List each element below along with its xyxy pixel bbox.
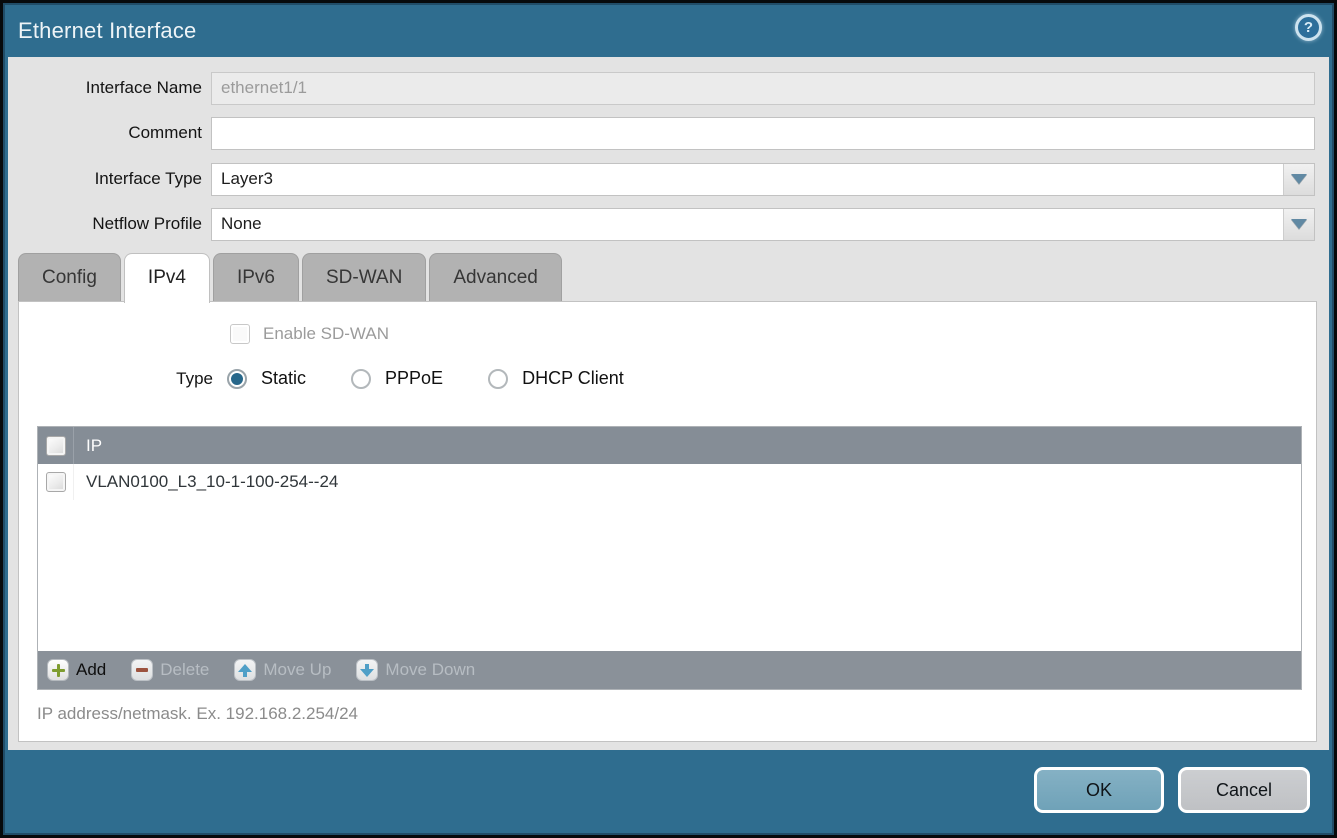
radio-pppoe-label: PPPoE <box>385 368 443 389</box>
minus-icon <box>131 659 153 681</box>
type-label: Type <box>19 369 213 389</box>
comment-label: Comment <box>8 123 202 143</box>
arrow-down-icon <box>356 659 378 681</box>
chevron-down-icon <box>1291 174 1307 184</box>
row-checkbox-cell <box>38 464 74 500</box>
dialog-title: Ethernet Interface <box>5 18 196 44</box>
radio-static-label: Static <box>261 368 306 389</box>
type-row: Type Static PPPoE DHCP Client <box>19 368 624 389</box>
interface-type-value: Layer3 <box>212 164 1283 195</box>
table-row[interactable]: VLAN0100_L3_10-1-100-254--24 <box>38 464 1301 500</box>
tab-config[interactable]: Config <box>18 253 121 301</box>
move-up-button[interactable]: Move Up <box>234 659 331 681</box>
row-checkbox[interactable] <box>46 472 66 492</box>
arrow-up-icon <box>234 659 256 681</box>
enable-sdwan-checkbox <box>230 324 250 344</box>
dialog-body: Interface Name Comment Interface Type La… <box>8 57 1329 750</box>
interface-name-row: Interface Name <box>8 71 1315 105</box>
plus-icon <box>47 659 69 681</box>
tab-strip: Config IPv4 IPv6 SD-WAN Advanced <box>18 253 562 303</box>
interface-type-row: Interface Type Layer3 <box>8 162 1315 196</box>
ip-cell[interactable]: VLAN0100_L3_10-1-100-254--24 <box>74 472 338 492</box>
tab-advanced[interactable]: Advanced <box>429 253 562 301</box>
ip-table: IP VLAN0100_L3_10-1-100-254--24 Add <box>37 426 1302 690</box>
type-radio-group: Static PPPoE DHCP Client <box>227 368 624 389</box>
ipv4-tab-panel: Enable SD-WAN Type Static PPPoE DHCP C <box>18 301 1317 742</box>
interface-type-label: Interface Type <box>8 169 202 189</box>
add-button-label: Add <box>76 660 106 680</box>
ip-column-header: IP <box>74 436 102 456</box>
radio-pppoe[interactable]: PPPoE <box>351 368 443 389</box>
radio-pppoe-control[interactable] <box>351 369 371 389</box>
interface-name-label: Interface Name <box>8 78 202 98</box>
select-all-checkbox[interactable] <box>46 436 66 456</box>
table-empty-area <box>38 500 1301 651</box>
add-button[interactable]: Add <box>47 659 106 681</box>
comment-input[interactable] <box>211 117 1315 150</box>
radio-dhcp-client-label: DHCP Client <box>522 368 624 389</box>
dialog-titlebar: Ethernet Interface <box>5 5 1332 57</box>
netflow-profile-label: Netflow Profile <box>8 214 202 234</box>
move-up-button-label: Move Up <box>263 660 331 680</box>
help-icon[interactable]: ? <box>1295 14 1322 41</box>
chevron-down-icon <box>1291 219 1307 229</box>
enable-sdwan-row: Enable SD-WAN <box>230 324 389 344</box>
radio-dhcp-client-control[interactable] <box>488 369 508 389</box>
select-all-cell <box>38 427 74 464</box>
interface-type-dropdown-button[interactable] <box>1283 164 1314 195</box>
cancel-button[interactable]: Cancel <box>1178 767 1310 813</box>
interface-name-input <box>211 72 1315 105</box>
tab-sdwan[interactable]: SD-WAN <box>302 253 426 301</box>
ip-table-header: IP <box>38 427 1301 464</box>
tab-ipv4[interactable]: IPv4 <box>124 253 210 303</box>
netflow-profile-dropdown[interactable]: None <box>211 208 1315 241</box>
ok-button[interactable]: OK <box>1034 767 1164 813</box>
move-down-button-label: Move Down <box>385 660 475 680</box>
delete-button[interactable]: Delete <box>131 659 209 681</box>
table-toolbar: Add Delete Move Up Move Down <box>38 651 1301 689</box>
delete-button-label: Delete <box>160 660 209 680</box>
radio-static-control[interactable] <box>227 369 247 389</box>
netflow-profile-dropdown-button[interactable] <box>1283 209 1314 240</box>
netflow-profile-row: Netflow Profile None <box>8 207 1315 241</box>
netflow-profile-value: None <box>212 209 1283 240</box>
tab-ipv6[interactable]: IPv6 <box>213 253 299 301</box>
move-down-button[interactable]: Move Down <box>356 659 475 681</box>
ip-format-hint: IP address/netmask. Ex. 192.168.2.254/24 <box>37 704 358 724</box>
enable-sdwan-label: Enable SD-WAN <box>263 324 389 344</box>
interface-type-dropdown[interactable]: Layer3 <box>211 163 1315 196</box>
comment-row: Comment <box>8 116 1315 150</box>
ethernet-interface-dialog: Ethernet Interface ? Interface Name Comm… <box>0 0 1337 838</box>
radio-static[interactable]: Static <box>227 368 306 389</box>
radio-dhcp-client[interactable]: DHCP Client <box>488 368 624 389</box>
